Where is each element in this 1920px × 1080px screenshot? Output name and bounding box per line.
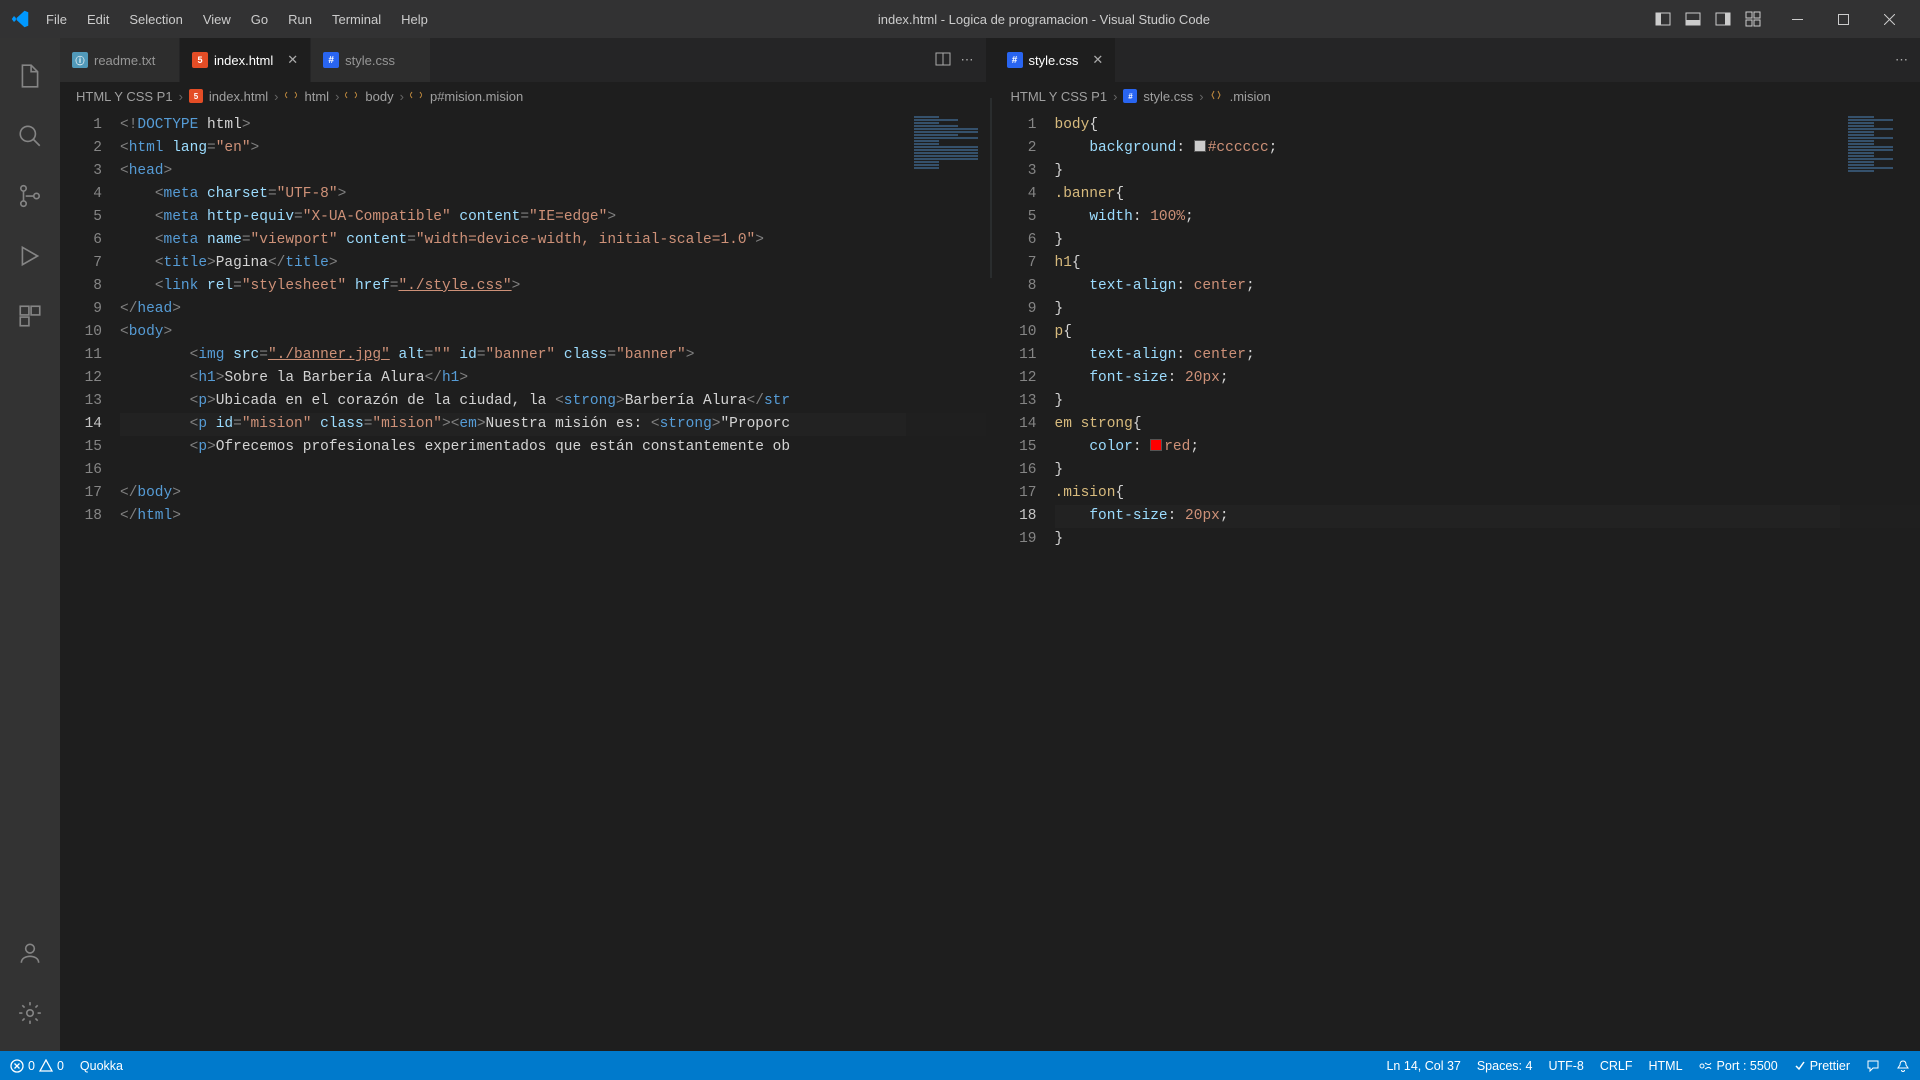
status-bar: 0 0 Quokka Ln 14, Col 37 Spaces: 4 UTF-8… <box>0 1051 1920 1080</box>
breadcrumb-left[interactable]: HTML Y CSS P1› 5 index.html› html› body›… <box>60 82 986 110</box>
editor-left: ⓘ readme.txt 5 index.html ✕ # style.css … <box>60 38 987 1051</box>
activity-bar <box>0 38 60 1051</box>
crumb[interactable]: style.css <box>1143 89 1193 104</box>
tab-label: style.css <box>345 53 395 68</box>
extensions-icon[interactable] <box>0 286 60 346</box>
tab-style-css-left[interactable]: # style.css <box>311 38 431 82</box>
tabs-right: # style.css ✕ ⋯ <box>995 38 1920 82</box>
crumb[interactable]: body <box>365 89 393 104</box>
element-icon <box>345 89 359 103</box>
css-file-icon: # <box>1123 89 1137 103</box>
editor-right: # style.css ✕ ⋯ HTML Y CSS P1› # style.c… <box>995 38 1920 1051</box>
port-label: Port : 5500 <box>1717 1059 1778 1073</box>
title-bar: File Edit Selection View Go Run Terminal… <box>0 0 1920 38</box>
menu-file[interactable]: File <box>36 6 77 33</box>
minimap-right[interactable] <box>1840 110 1920 1051</box>
crumb[interactable]: HTML Y CSS P1 <box>76 89 173 104</box>
text-file-icon: ⓘ <box>72 52 88 68</box>
status-problems[interactable]: 0 0 <box>10 1059 64 1073</box>
status-live-server[interactable]: Port : 5500 <box>1699 1059 1778 1073</box>
accounts-icon[interactable] <box>0 923 60 983</box>
element-icon <box>410 89 424 103</box>
minimize-button[interactable] <box>1774 0 1820 38</box>
minimap-left[interactable] <box>906 110 986 1051</box>
menu-run[interactable]: Run <box>278 6 322 33</box>
toggle-primary-sidebar-icon[interactable] <box>1650 6 1676 32</box>
tab-label: readme.txt <box>94 53 155 68</box>
tab-index-html[interactable]: 5 index.html ✕ <box>180 38 311 82</box>
crumb[interactable]: .mision <box>1230 89 1271 104</box>
error-count: 0 <box>28 1059 35 1073</box>
close-tab-icon[interactable]: ✕ <box>1092 52 1103 68</box>
more-actions-icon[interactable]: ⋯ <box>1895 52 1908 68</box>
code-editor-left[interactable]: 123456789101112131415161718 <!DOCTYPE ht… <box>60 110 986 1051</box>
tabs-left: ⓘ readme.txt 5 index.html ✕ # style.css … <box>60 38 986 82</box>
menu-selection[interactable]: Selection <box>119 6 192 33</box>
breadcrumb-right[interactable]: HTML Y CSS P1› # style.css› .mision <box>995 82 1920 110</box>
main-menu: File Edit Selection View Go Run Terminal… <box>36 6 438 33</box>
menu-go[interactable]: Go <box>241 6 278 33</box>
editor-split-divider[interactable] <box>987 38 995 1051</box>
crumb[interactable]: p#mision.mision <box>430 89 523 104</box>
code-editor-right[interactable]: 12345678910111213141516171819 body{ back… <box>995 110 1920 1051</box>
maximize-button[interactable] <box>1820 0 1866 38</box>
status-feedback-icon[interactable] <box>1866 1059 1880 1073</box>
toggle-secondary-sidebar-icon[interactable] <box>1710 6 1736 32</box>
status-bell-icon[interactable] <box>1896 1059 1910 1073</box>
tab-style-css-right[interactable]: # style.css ✕ <box>995 38 1117 82</box>
status-quokka[interactable]: Quokka <box>80 1059 123 1073</box>
settings-gear-icon[interactable] <box>0 983 60 1043</box>
status-indent[interactable]: Spaces: 4 <box>1477 1059 1533 1073</box>
run-debug-icon[interactable] <box>0 226 60 286</box>
menu-edit[interactable]: Edit <box>77 6 119 33</box>
window-title: index.html - Logica de programacion - Vi… <box>438 12 1650 27</box>
status-eol[interactable]: CRLF <box>1600 1059 1633 1073</box>
search-icon[interactable] <box>0 106 60 166</box>
tab-label: index.html <box>214 53 273 68</box>
css-file-icon: # <box>323 52 339 68</box>
css-file-icon: # <box>1007 52 1023 68</box>
split-editor-icon[interactable] <box>935 51 951 70</box>
status-prettier[interactable]: Prettier <box>1794 1059 1850 1073</box>
tab-readme[interactable]: ⓘ readme.txt <box>60 38 180 82</box>
html-file-icon: 5 <box>189 89 203 103</box>
source-control-icon[interactable] <box>0 166 60 226</box>
prettier-label: Prettier <box>1810 1059 1850 1073</box>
customize-layout-icon[interactable] <box>1740 6 1766 32</box>
menu-view[interactable]: View <box>193 6 241 33</box>
more-actions-icon[interactable]: ⋯ <box>961 52 974 68</box>
menu-terminal[interactable]: Terminal <box>322 6 391 33</box>
explorer-icon[interactable] <box>0 46 60 106</box>
warning-count: 0 <box>57 1059 64 1073</box>
close-tab-icon[interactable]: ✕ <box>287 52 298 68</box>
crumb[interactable]: index.html <box>209 89 268 104</box>
rule-icon <box>1210 89 1224 103</box>
status-encoding[interactable]: UTF-8 <box>1548 1059 1583 1073</box>
menu-help[interactable]: Help <box>391 6 438 33</box>
tab-label: style.css <box>1029 53 1079 68</box>
vscode-logo-icon <box>8 10 32 28</box>
status-language[interactable]: HTML <box>1649 1059 1683 1073</box>
html-file-icon: 5 <box>192 52 208 68</box>
crumb[interactable]: HTML Y CSS P1 <box>1011 89 1108 104</box>
element-icon <box>285 89 299 103</box>
status-cursor[interactable]: Ln 14, Col 37 <box>1386 1059 1460 1073</box>
toggle-panel-icon[interactable] <box>1680 6 1706 32</box>
close-window-button[interactable] <box>1866 0 1912 38</box>
crumb[interactable]: html <box>305 89 330 104</box>
